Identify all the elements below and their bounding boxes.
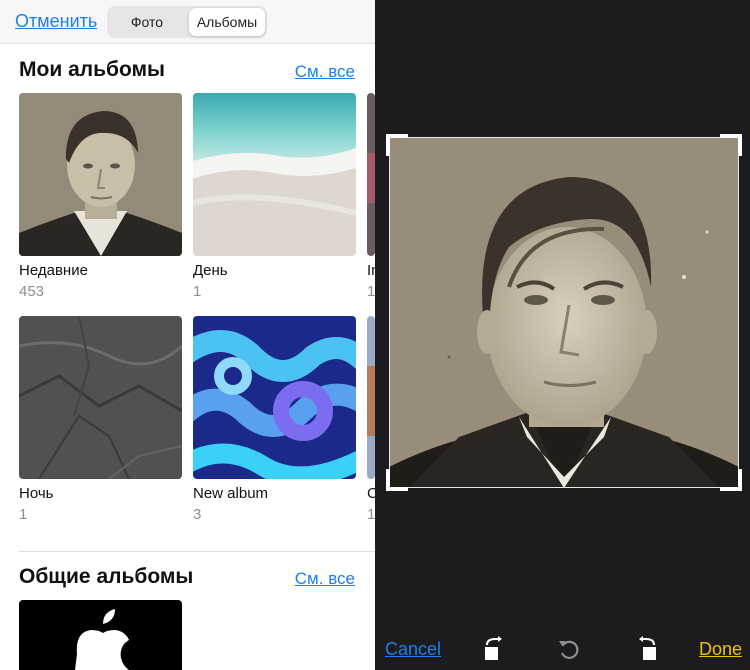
tab-albums[interactable]: Альбомы — [189, 8, 265, 36]
crop-handle-bottom-right[interactable] — [720, 469, 742, 491]
stone-thumbnail — [19, 316, 182, 479]
album-count: 1 — [193, 283, 202, 300]
crop-handle-top-right[interactable] — [720, 134, 742, 156]
crop-handle-bottom-left[interactable] — [386, 469, 408, 491]
editor-toolbar: Cancel Done — [375, 630, 750, 670]
album-count: 1 — [367, 283, 375, 300]
crop-frame[interactable] — [386, 134, 742, 491]
rotate-left-icon[interactable] — [481, 636, 507, 662]
my-albums-see-all-link[interactable]: См. все — [295, 62, 355, 82]
done-button[interactable]: Done — [699, 639, 742, 660]
reset-rotation-icon[interactable] — [556, 636, 582, 662]
album-name: New album — [193, 485, 269, 502]
album-thumb-partial[interactable] — [367, 316, 375, 479]
album-picker-panel: Отменить Фото Альбомы Мои альбомы См. вс… — [0, 0, 375, 670]
album-name: День — [193, 262, 228, 279]
album-name: In — [367, 262, 375, 279]
partial-thumbnail — [367, 93, 375, 256]
crop-photo — [389, 137, 739, 488]
album-count: 1 — [367, 506, 375, 523]
section-divider — [19, 551, 375, 552]
picker-toolbar: Отменить Фото Альбомы — [0, 0, 375, 44]
album-count: 1 — [19, 506, 28, 523]
album-thumb-new-album[interactable] — [193, 316, 356, 479]
album-thumb-night[interactable] — [19, 316, 182, 479]
album-count: 453 — [19, 283, 45, 300]
album-thumb-day[interactable] — [193, 93, 356, 256]
apple-logo-icon — [19, 600, 182, 670]
album-name: Ночь — [19, 485, 54, 502]
beach-thumbnail — [193, 93, 356, 256]
crop-editor-panel: Cancel Done — [375, 0, 750, 670]
album-name: Недавние — [19, 262, 88, 279]
shared-album-thumb[interactable] — [19, 600, 182, 670]
partial-thumbnail — [367, 316, 375, 479]
my-albums-title: Мои альбомы — [19, 58, 165, 81]
crop-handle-top-left[interactable] — [386, 134, 408, 156]
source-segmented-control: Фото Альбомы — [107, 6, 267, 38]
album-name: C — [367, 485, 375, 502]
swirls-thumbnail — [193, 316, 356, 479]
cancel-button[interactable]: Отменить — [15, 11, 97, 32]
cancel-edit-button[interactable]: Cancel — [385, 639, 441, 660]
album-thumb-recents[interactable] — [19, 93, 182, 256]
rotate-right-icon[interactable] — [634, 636, 660, 662]
album-thumb-partial[interactable] — [367, 93, 375, 256]
portrait-thumbnail — [19, 93, 182, 256]
tab-photos[interactable]: Фото — [109, 8, 185, 36]
shared-albums-see-all-link[interactable]: См. все — [295, 569, 355, 589]
portrait-photo — [389, 137, 739, 488]
album-count: 3 — [193, 506, 202, 523]
shared-albums-title: Общие альбомы — [19, 565, 194, 588]
